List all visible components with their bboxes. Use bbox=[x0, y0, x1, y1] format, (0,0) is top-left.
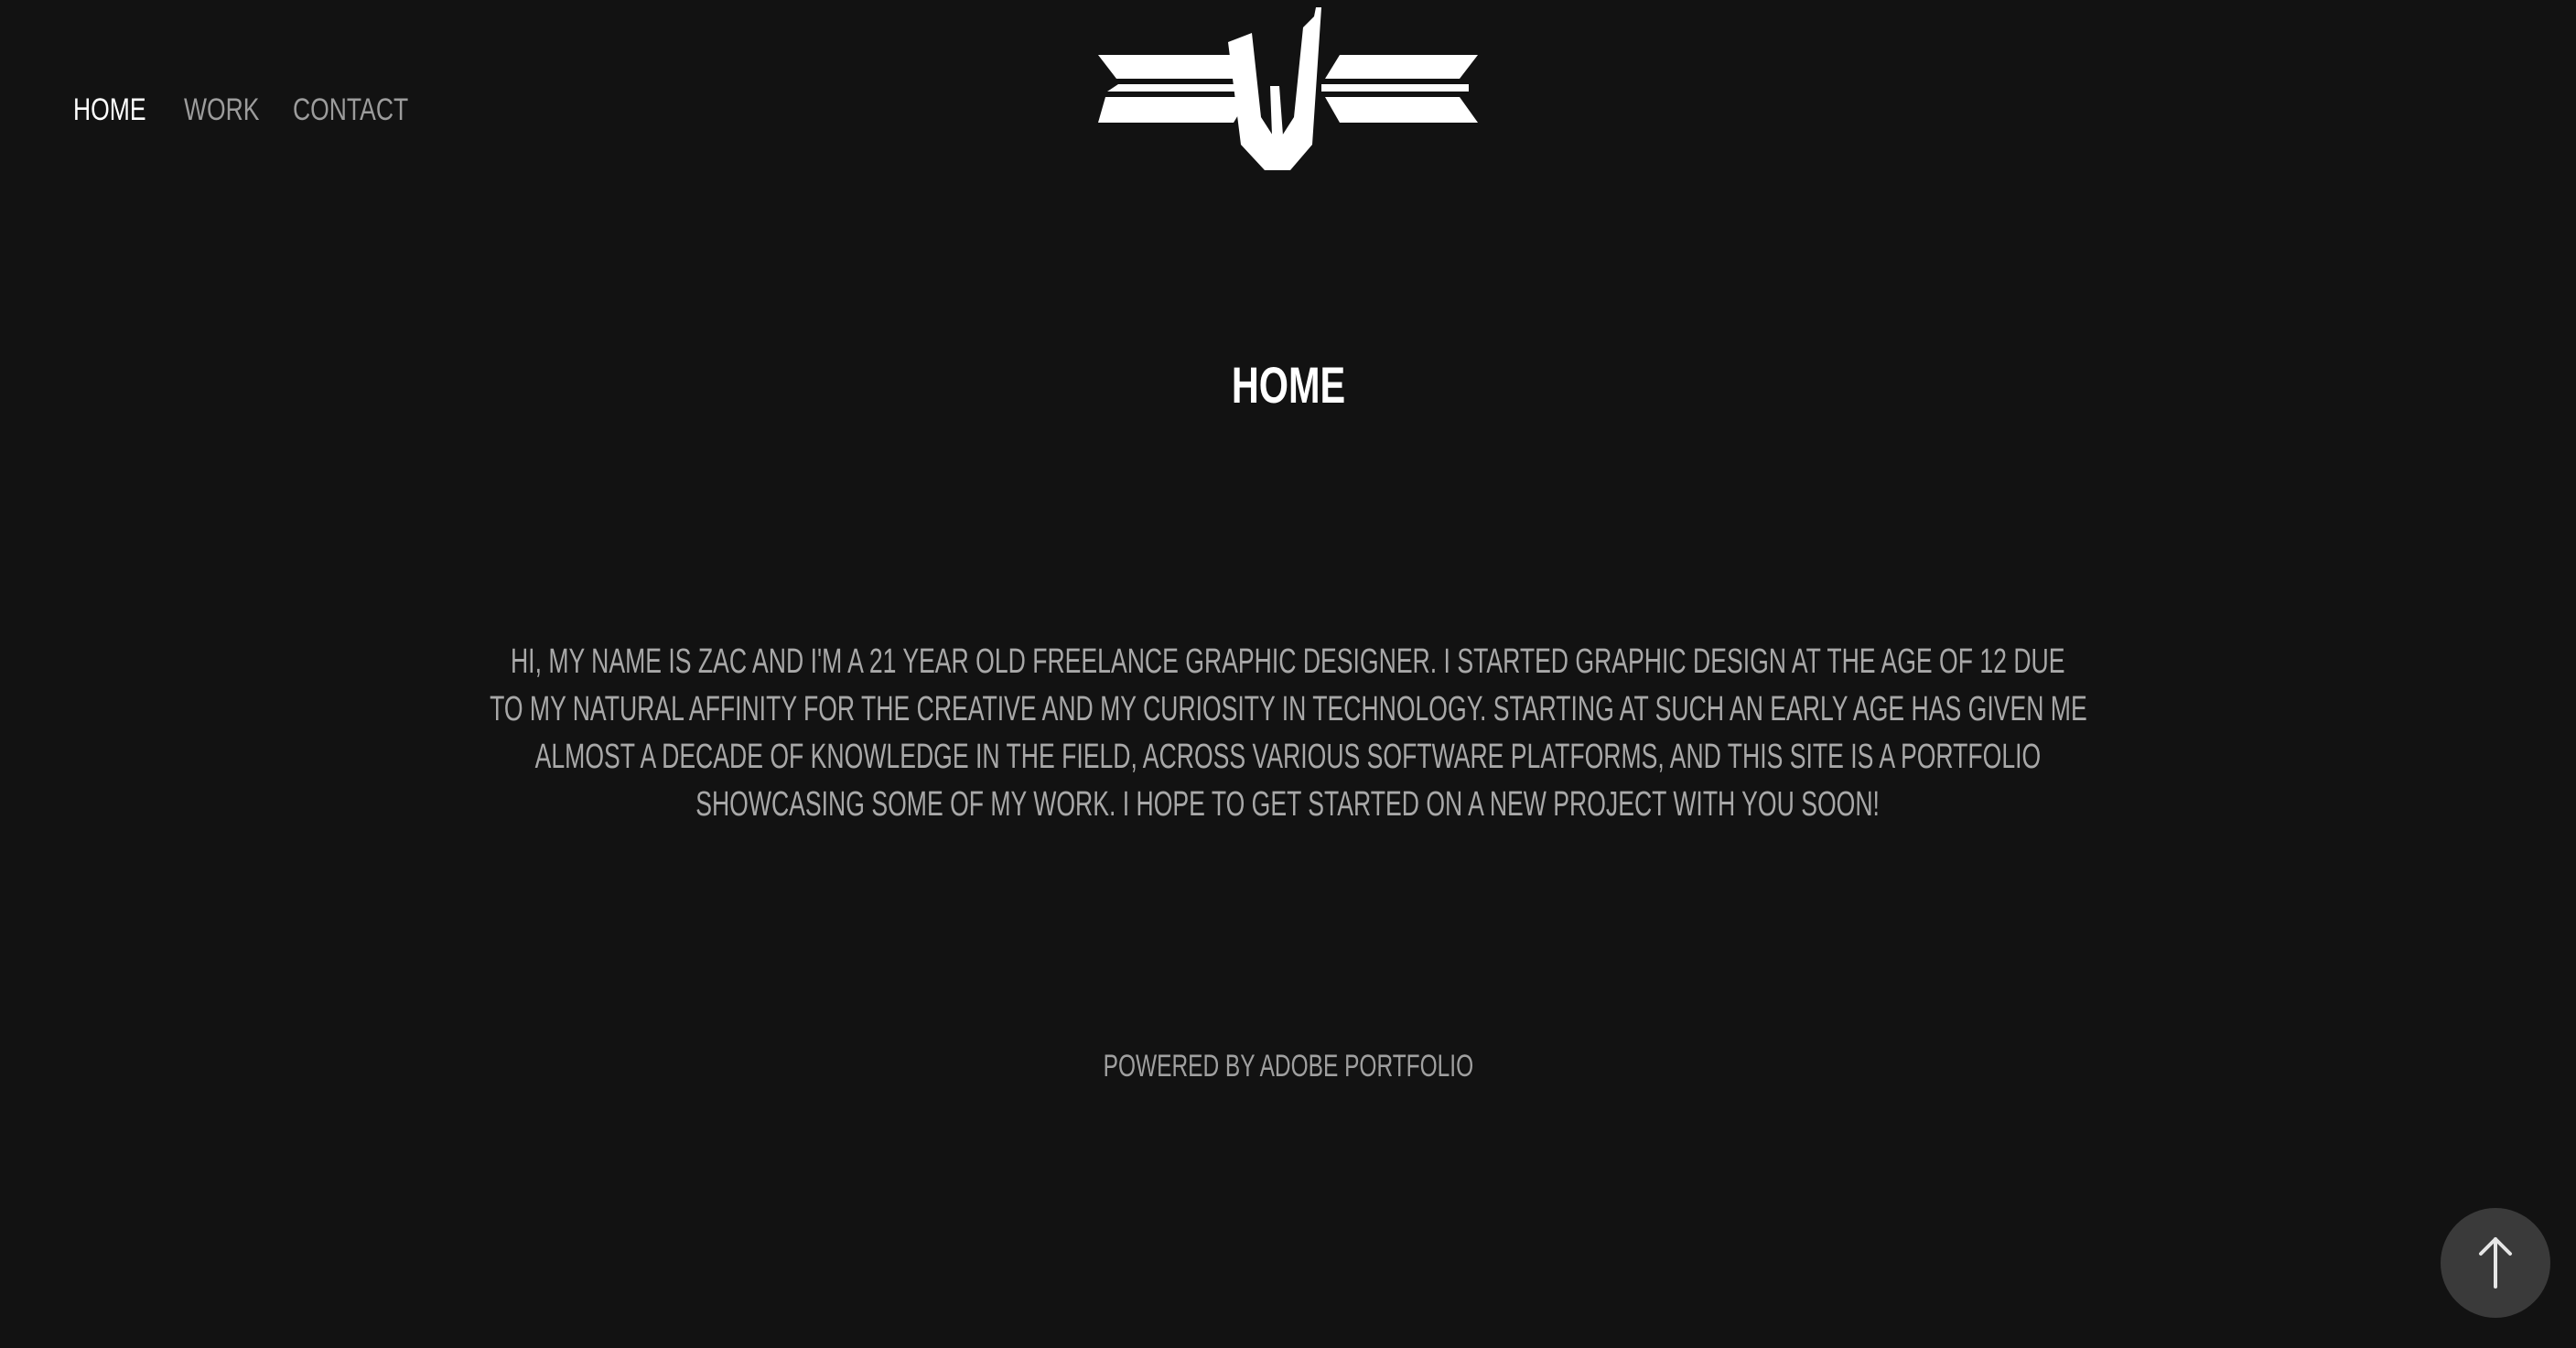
page-title: HOME bbox=[1231, 355, 1345, 414]
intro-line: HI, MY NAME IS ZAC AND I'M A 21 YEAR OLD… bbox=[511, 642, 2065, 681]
nav-item-work[interactable]: WORK bbox=[184, 88, 260, 132]
intro-line: TO MY NATURAL AFFINITY FOR THE CREATIVE … bbox=[489, 690, 2087, 728]
site-logo[interactable] bbox=[1098, 7, 1478, 172]
zv-logo-icon bbox=[1098, 7, 1478, 170]
powered-by-link[interactable]: POWERED BY ADOBE PORTFOLIO bbox=[1103, 1044, 1472, 1088]
nav-item-contact[interactable]: CONTACT bbox=[293, 88, 408, 132]
back-to-top-button[interactable] bbox=[2441, 1208, 2550, 1318]
footer: POWERED BY ADOBE PORTFOLIO bbox=[0, 1044, 2576, 1088]
intro-line: SHOWCASING SOME OF MY WORK. I HOPE TO GE… bbox=[695, 785, 1881, 824]
intro-line: ALMOST A DECADE OF KNOWLEDGE IN THE FIEL… bbox=[534, 738, 2042, 776]
arrow-up-icon bbox=[2479, 1237, 2512, 1289]
nav-item-home[interactable]: HOME bbox=[73, 88, 146, 132]
intro-text: HI, MY NAME IS ZAC AND I'M A 21 YEAR OLD… bbox=[0, 638, 2576, 828]
